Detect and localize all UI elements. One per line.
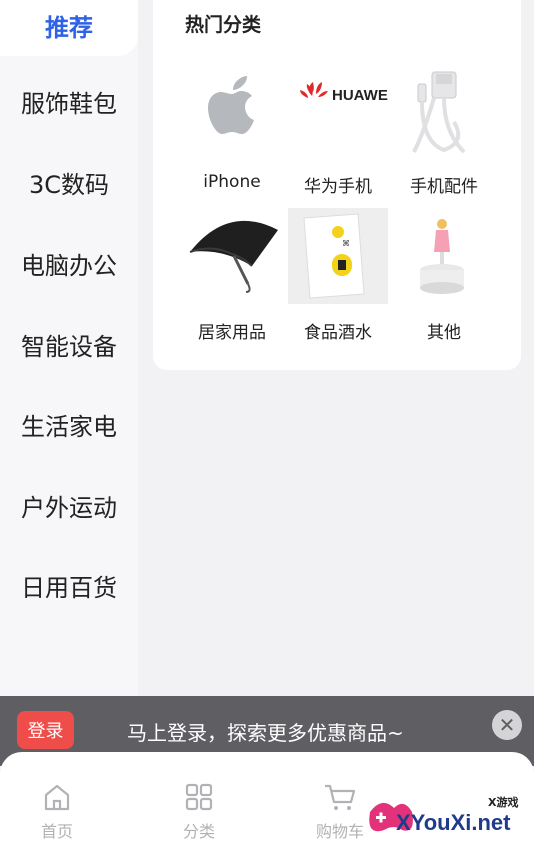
sidebar-item-label: 日用百货 [21, 573, 117, 602]
watermark-text: XYouXi.net [396, 810, 511, 835]
sidebar-item-label: 户外运动 [21, 493, 117, 522]
home-icon [44, 784, 70, 811]
sidebar-item-label: 推荐 [45, 13, 93, 42]
category-label: 华为手机 [304, 177, 372, 197]
category-label: 食品酒水 [304, 323, 372, 343]
sidebar-item-daily-goods[interactable]: 日用百货 [0, 556, 138, 614]
watermark-logo: XYouXi.net X游戏 [360, 790, 530, 848]
login-button[interactable]: 登录 [17, 711, 74, 749]
sidebar-item-office[interactable]: 电脑办公 [0, 234, 138, 292]
sidebar-item-label: 生活家电 [21, 412, 117, 441]
apple-logo-icon [182, 62, 282, 158]
category-sidebar: 推荐 服饰鞋包 3C数码 电脑办公 智能设备 生活家电 户外运动 日用百货 [0, 0, 138, 700]
figurine-icon [394, 208, 494, 304]
sidebar-item-smart-devices[interactable]: 智能设备 [0, 315, 138, 373]
cart-icon [325, 784, 356, 810]
sidebar-item-label: 服饰鞋包 [21, 89, 117, 118]
usb-cable-icon [394, 62, 494, 158]
sidebar-item-appliances[interactable]: 生活家电 [0, 395, 138, 453]
sidebar-item-clothing[interactable]: 服饰鞋包 [0, 72, 138, 130]
nav-label: 购物车 [315, 822, 364, 841]
svg-text:⌘: ⌘ [342, 239, 350, 248]
sidebar-item-label: 电脑办公 [21, 251, 117, 280]
nav-label: 首页 [40, 822, 73, 841]
category-others[interactable]: 其他 [391, 208, 497, 343]
category-huawei-phones[interactable]: HUAWEI 华为手机 [285, 62, 392, 197]
sidebar-item-label: 智能设备 [21, 332, 117, 361]
category-food-drinks[interactable]: ⌘ 食品酒水 [285, 208, 391, 343]
category-label: iPhone [203, 172, 261, 192]
hot-categories-card: 热门分类 iPhone HUAWEI 华为手机 手机配件 居家用品 ⌘ 食品酒水… [153, 0, 521, 370]
category-label: 居家用品 [198, 323, 266, 343]
category-home-goods[interactable]: 居家用品 [179, 208, 285, 343]
huawei-logo-icon: HUAWEI [288, 62, 392, 158]
section-title: 热门分类 [185, 14, 262, 36]
nav-category[interactable]: 分类 [159, 782, 239, 842]
nav-label: 分类 [182, 822, 215, 841]
category-phone-accessories[interactable]: 手机配件 [391, 62, 497, 197]
login-prompt-text: 马上登录，探索更多优惠商品~ [127, 721, 404, 745]
sidebar-item-digital[interactable]: 3C数码 [0, 153, 138, 211]
category-label: 手机配件 [410, 177, 478, 197]
sidebar-item-recommend[interactable]: 推荐 [0, 0, 138, 56]
close-icon[interactable]: ✕ [492, 710, 522, 740]
category-label: 其他 [427, 323, 461, 343]
sidebar-item-label: 3C数码 [28, 170, 110, 199]
nav-home[interactable]: 首页 [17, 782, 97, 842]
category-iphone[interactable]: iPhone [179, 62, 285, 192]
sidebar-item-outdoor[interactable]: 户外运动 [0, 476, 138, 534]
grid-icon [185, 783, 213, 811]
snack-bag-icon: ⌘ [288, 208, 388, 304]
huawei-logo-text: HUAWEI [332, 87, 388, 104]
umbrella-icon [182, 208, 282, 304]
watermark-small-text: X游戏 [488, 796, 519, 809]
